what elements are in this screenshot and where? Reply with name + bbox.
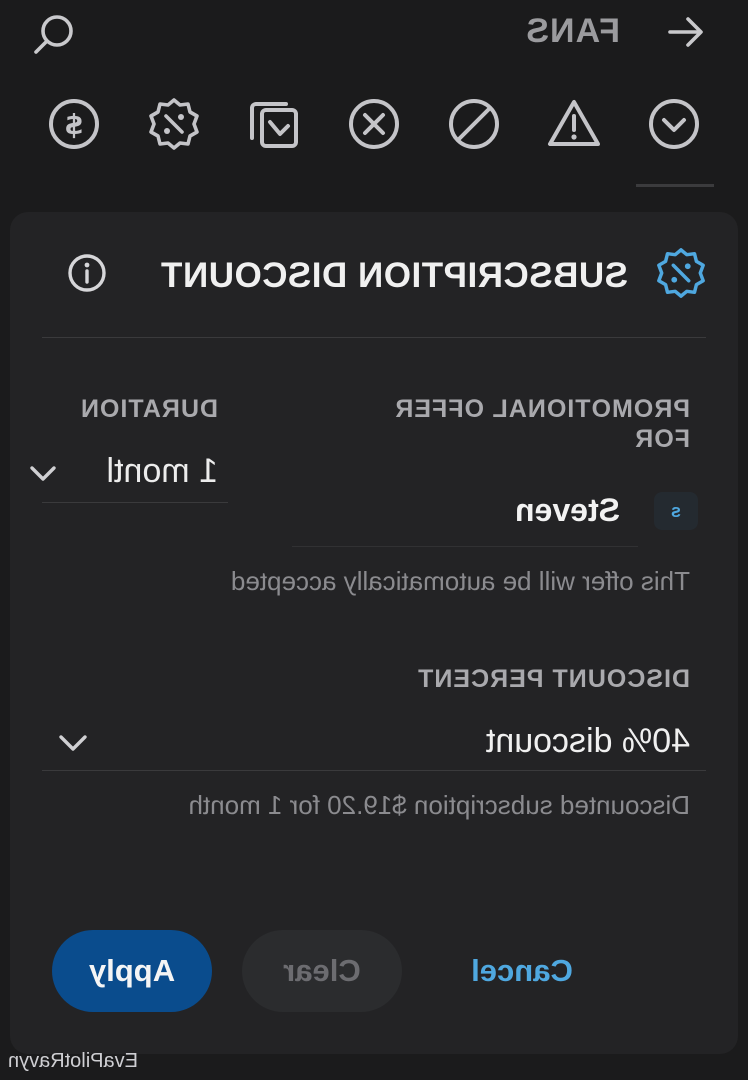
warning-icon [548,100,600,146]
discount-underline [42,770,706,771]
subscription-discount-card: SUBSCRIPTION DISCOUNT PROMOTIONAL OFFER … [10,212,738,1054]
fan-action-icons: $ [0,92,748,158]
duration-label: DURATION [79,395,218,423]
page-title: FANS [525,12,620,50]
card-header: SUBSCRIPTION DISCOUNT [10,212,738,336]
discount-badge-icon [149,98,199,150]
auto-accept-note: This offer will be automatically accepte… [230,566,690,596]
header-divider [42,337,706,338]
search-button[interactable] [32,12,76,56]
duration-select[interactable]: 1 montl [107,452,219,491]
watermark-text: EvaPilotRavyn [7,1050,138,1072]
discount-badge-icon [657,248,705,298]
copy-check-icon [250,102,298,148]
icon-tab-chevron-down[interactable] [642,92,706,156]
discount-summary-note: Discounted subscription $19.20 for 1 mon… [188,790,690,820]
arrow-left-icon [668,17,703,47]
search-icon [34,15,73,54]
recipient-avatar: s [654,492,698,530]
icon-tab-warning[interactable] [542,92,606,156]
chevron-down-circle-icon [649,99,699,149]
recipient-underline [292,546,638,547]
promotional-offer-label: PROMOTIONAL OFFER FOR [394,395,690,453]
top-bar: FANS [0,0,748,64]
block-icon [449,99,499,149]
apply-button[interactable]: Apply [52,930,212,1012]
icon-tab-dollar[interactable]: $ [42,92,106,156]
clear-button[interactable]: Clear [242,930,402,1012]
cancel-button[interactable]: Cancel [442,930,602,1012]
icon-tab-cancel[interactable] [342,92,406,156]
back-button[interactable] [664,10,708,54]
svg-text:$: $ [64,108,83,141]
icon-tab-block[interactable] [442,92,506,156]
icon-tab-discount[interactable] [142,92,206,156]
chevron-down-icon[interactable] [26,456,60,490]
recipient-name: Steven [515,492,620,528]
duration-underline [42,502,228,503]
info-icon[interactable] [66,252,108,294]
active-tab-indicator [636,184,714,187]
icon-tab-copy-check[interactable] [242,92,306,156]
discount-percent-select[interactable]: 40% discount [486,722,690,761]
cancel-circle-icon [349,99,399,149]
chevron-down-icon[interactable] [54,724,92,762]
discount-percent-label: DISCOUNT PERCENT [417,665,690,693]
dollar-circle-icon: $ [49,99,99,149]
card-title: SUBSCRIPTION DISCOUNT [160,256,628,295]
